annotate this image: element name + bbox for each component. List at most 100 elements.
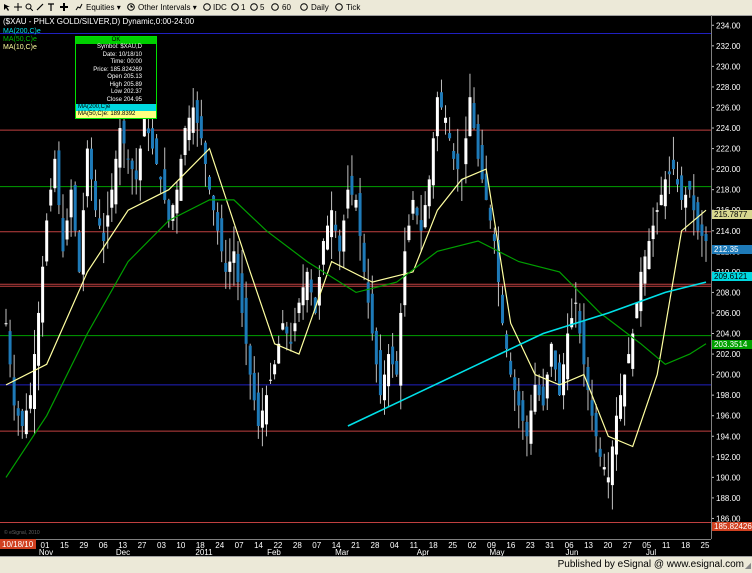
chart-icon[interactable] (75, 3, 83, 11)
candle-body (549, 343, 553, 367)
candle-body (142, 117, 146, 137)
candle-body (69, 189, 73, 218)
candle-body (476, 123, 480, 159)
arrow-icon[interactable] (3, 3, 11, 11)
candle-body (37, 312, 41, 366)
candle-body (338, 235, 342, 252)
candle-body (240, 273, 244, 313)
candle-body (224, 263, 228, 272)
candle-body (118, 128, 122, 168)
candle-body (464, 138, 468, 165)
last-price-label: 212.35 (714, 245, 739, 254)
add-icon[interactable] (60, 3, 68, 11)
candle-body (134, 170, 138, 180)
candle-body (411, 199, 415, 214)
candle-body (8, 331, 12, 365)
candle-body (146, 128, 150, 134)
candle-body (167, 200, 171, 221)
idc-icon (203, 3, 211, 11)
crosshair-icon[interactable] (14, 3, 22, 11)
candle-body (159, 176, 163, 180)
candle-body (187, 117, 191, 141)
candle-body (248, 345, 252, 375)
candle-body (212, 195, 216, 211)
candle-body (362, 242, 366, 272)
candle-body (667, 171, 671, 175)
interval-60[interactable]: 60 (282, 2, 291, 13)
candle-body (252, 372, 256, 401)
interval-5[interactable]: 5 (260, 2, 264, 13)
candle-body (330, 210, 334, 238)
y-tick-label: 204.00 (716, 330, 741, 339)
candle-body (533, 384, 537, 412)
candle-body (98, 218, 102, 226)
candle-body (114, 158, 118, 205)
zoom-icon[interactable] (25, 3, 34, 12)
candle-body (228, 261, 232, 272)
x-tick-label: 23 (526, 541, 535, 550)
x-tick-label: 11 (662, 541, 671, 550)
candle-body (45, 220, 49, 262)
candle-body (439, 92, 443, 108)
x-tick-label: 25 (448, 541, 457, 550)
resize-grip-icon[interactable]: ◢ (745, 561, 751, 570)
candle-body (49, 189, 53, 206)
data-window-ok[interactable]: OK (76, 37, 156, 44)
y-tick-label: 206.00 (716, 309, 741, 318)
candle-body (4, 323, 8, 325)
candle-body (570, 318, 574, 328)
interval-idc[interactable]: IDC (213, 2, 227, 13)
x-month-label: 2011 (195, 548, 213, 556)
interval-daily[interactable]: Daily (311, 2, 329, 13)
x-tick-label: 07 (312, 541, 321, 550)
text-tool-icon[interactable] (47, 3, 55, 11)
y-tick-label: 228.00 (716, 83, 741, 92)
candle-body (346, 189, 350, 209)
x-month-label: May (489, 548, 504, 556)
x-tick-label: 25 (701, 541, 710, 550)
candle-body (623, 374, 627, 407)
candle-body (643, 256, 647, 284)
y-tick-label: 208.00 (716, 288, 741, 297)
x-tick-label: 28 (371, 541, 380, 550)
candle-body (663, 179, 667, 207)
draw-tool-icon[interactable] (36, 3, 44, 11)
candle-body (342, 220, 346, 252)
candle-body (77, 232, 81, 272)
candle-body (415, 207, 419, 216)
candle-body (130, 160, 134, 170)
candle-body (403, 251, 407, 306)
data-window-ma50: MA(50,C)e: 189.8392 (76, 111, 156, 118)
candle-body (32, 354, 36, 410)
x-month-label: Apr (417, 548, 430, 556)
candle-body (448, 133, 452, 139)
candle-body (122, 120, 126, 144)
interval-1[interactable]: 1 (241, 2, 245, 13)
candle-body (704, 234, 708, 242)
candle-body (545, 374, 549, 399)
candle-body (20, 410, 24, 426)
candle-body (537, 384, 541, 396)
y-tick-label: 234.00 (716, 21, 741, 30)
data-row: Close 204.95 (106, 96, 142, 103)
candle-body (395, 360, 399, 375)
other-intervals-menu[interactable]: Other Intervals ▾ (138, 2, 197, 13)
equities-menu[interactable]: Equities ▾ (86, 2, 121, 13)
candle-body (456, 153, 460, 170)
x-tick-label: 02 (468, 541, 477, 550)
candle-body (183, 128, 187, 156)
candle-body (57, 150, 61, 206)
status-text: Published by eSignal @ www.esignal.com (557, 559, 744, 570)
candle-body (639, 271, 643, 312)
data-window[interactable]: OK Symbol: $XAU,D Date: 10/18/10 Time: 0… (75, 36, 157, 119)
data-row: Symbol: $XAU,D (96, 44, 142, 50)
candle-body (427, 179, 431, 207)
candle-body (199, 116, 203, 139)
x-tick-label: 27 (623, 541, 632, 550)
candle-body (468, 97, 472, 137)
candle-body (65, 220, 69, 240)
candle-body (305, 271, 309, 301)
candle-body (28, 395, 32, 409)
interval-tick[interactable]: Tick (346, 2, 360, 13)
y-tick-label: 196.00 (716, 412, 741, 421)
